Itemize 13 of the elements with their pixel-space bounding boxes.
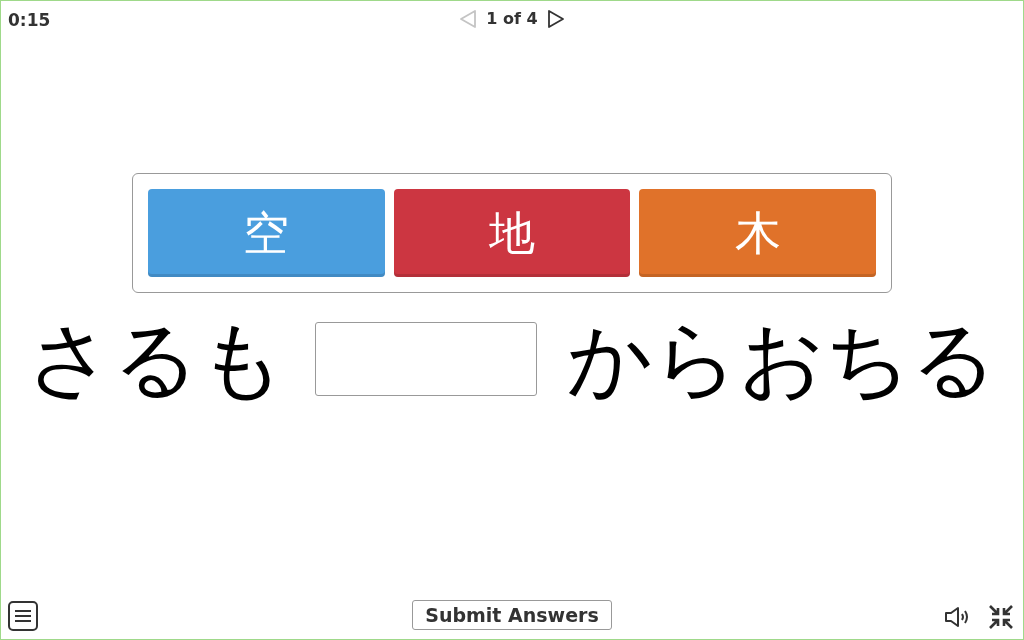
answer-tile[interactable]: 地 (393, 189, 631, 277)
page-counter: 1 of 4 (486, 8, 538, 30)
timer: 0:15 (8, 9, 51, 32)
answer-drop-box[interactable] (315, 322, 537, 396)
collapse-icon[interactable] (987, 603, 1015, 631)
sentence-text: さるも (27, 317, 285, 401)
answer-tile[interactable]: 木 (639, 189, 876, 277)
sentence-text: からおちる (567, 317, 997, 401)
next-button[interactable] (545, 9, 566, 29)
speaker-icon[interactable] (943, 605, 971, 629)
submit-answers-button[interactable]: Submit Answers (412, 600, 612, 630)
answer-tile[interactable]: 空 (148, 189, 385, 277)
menu-button[interactable] (8, 601, 38, 631)
